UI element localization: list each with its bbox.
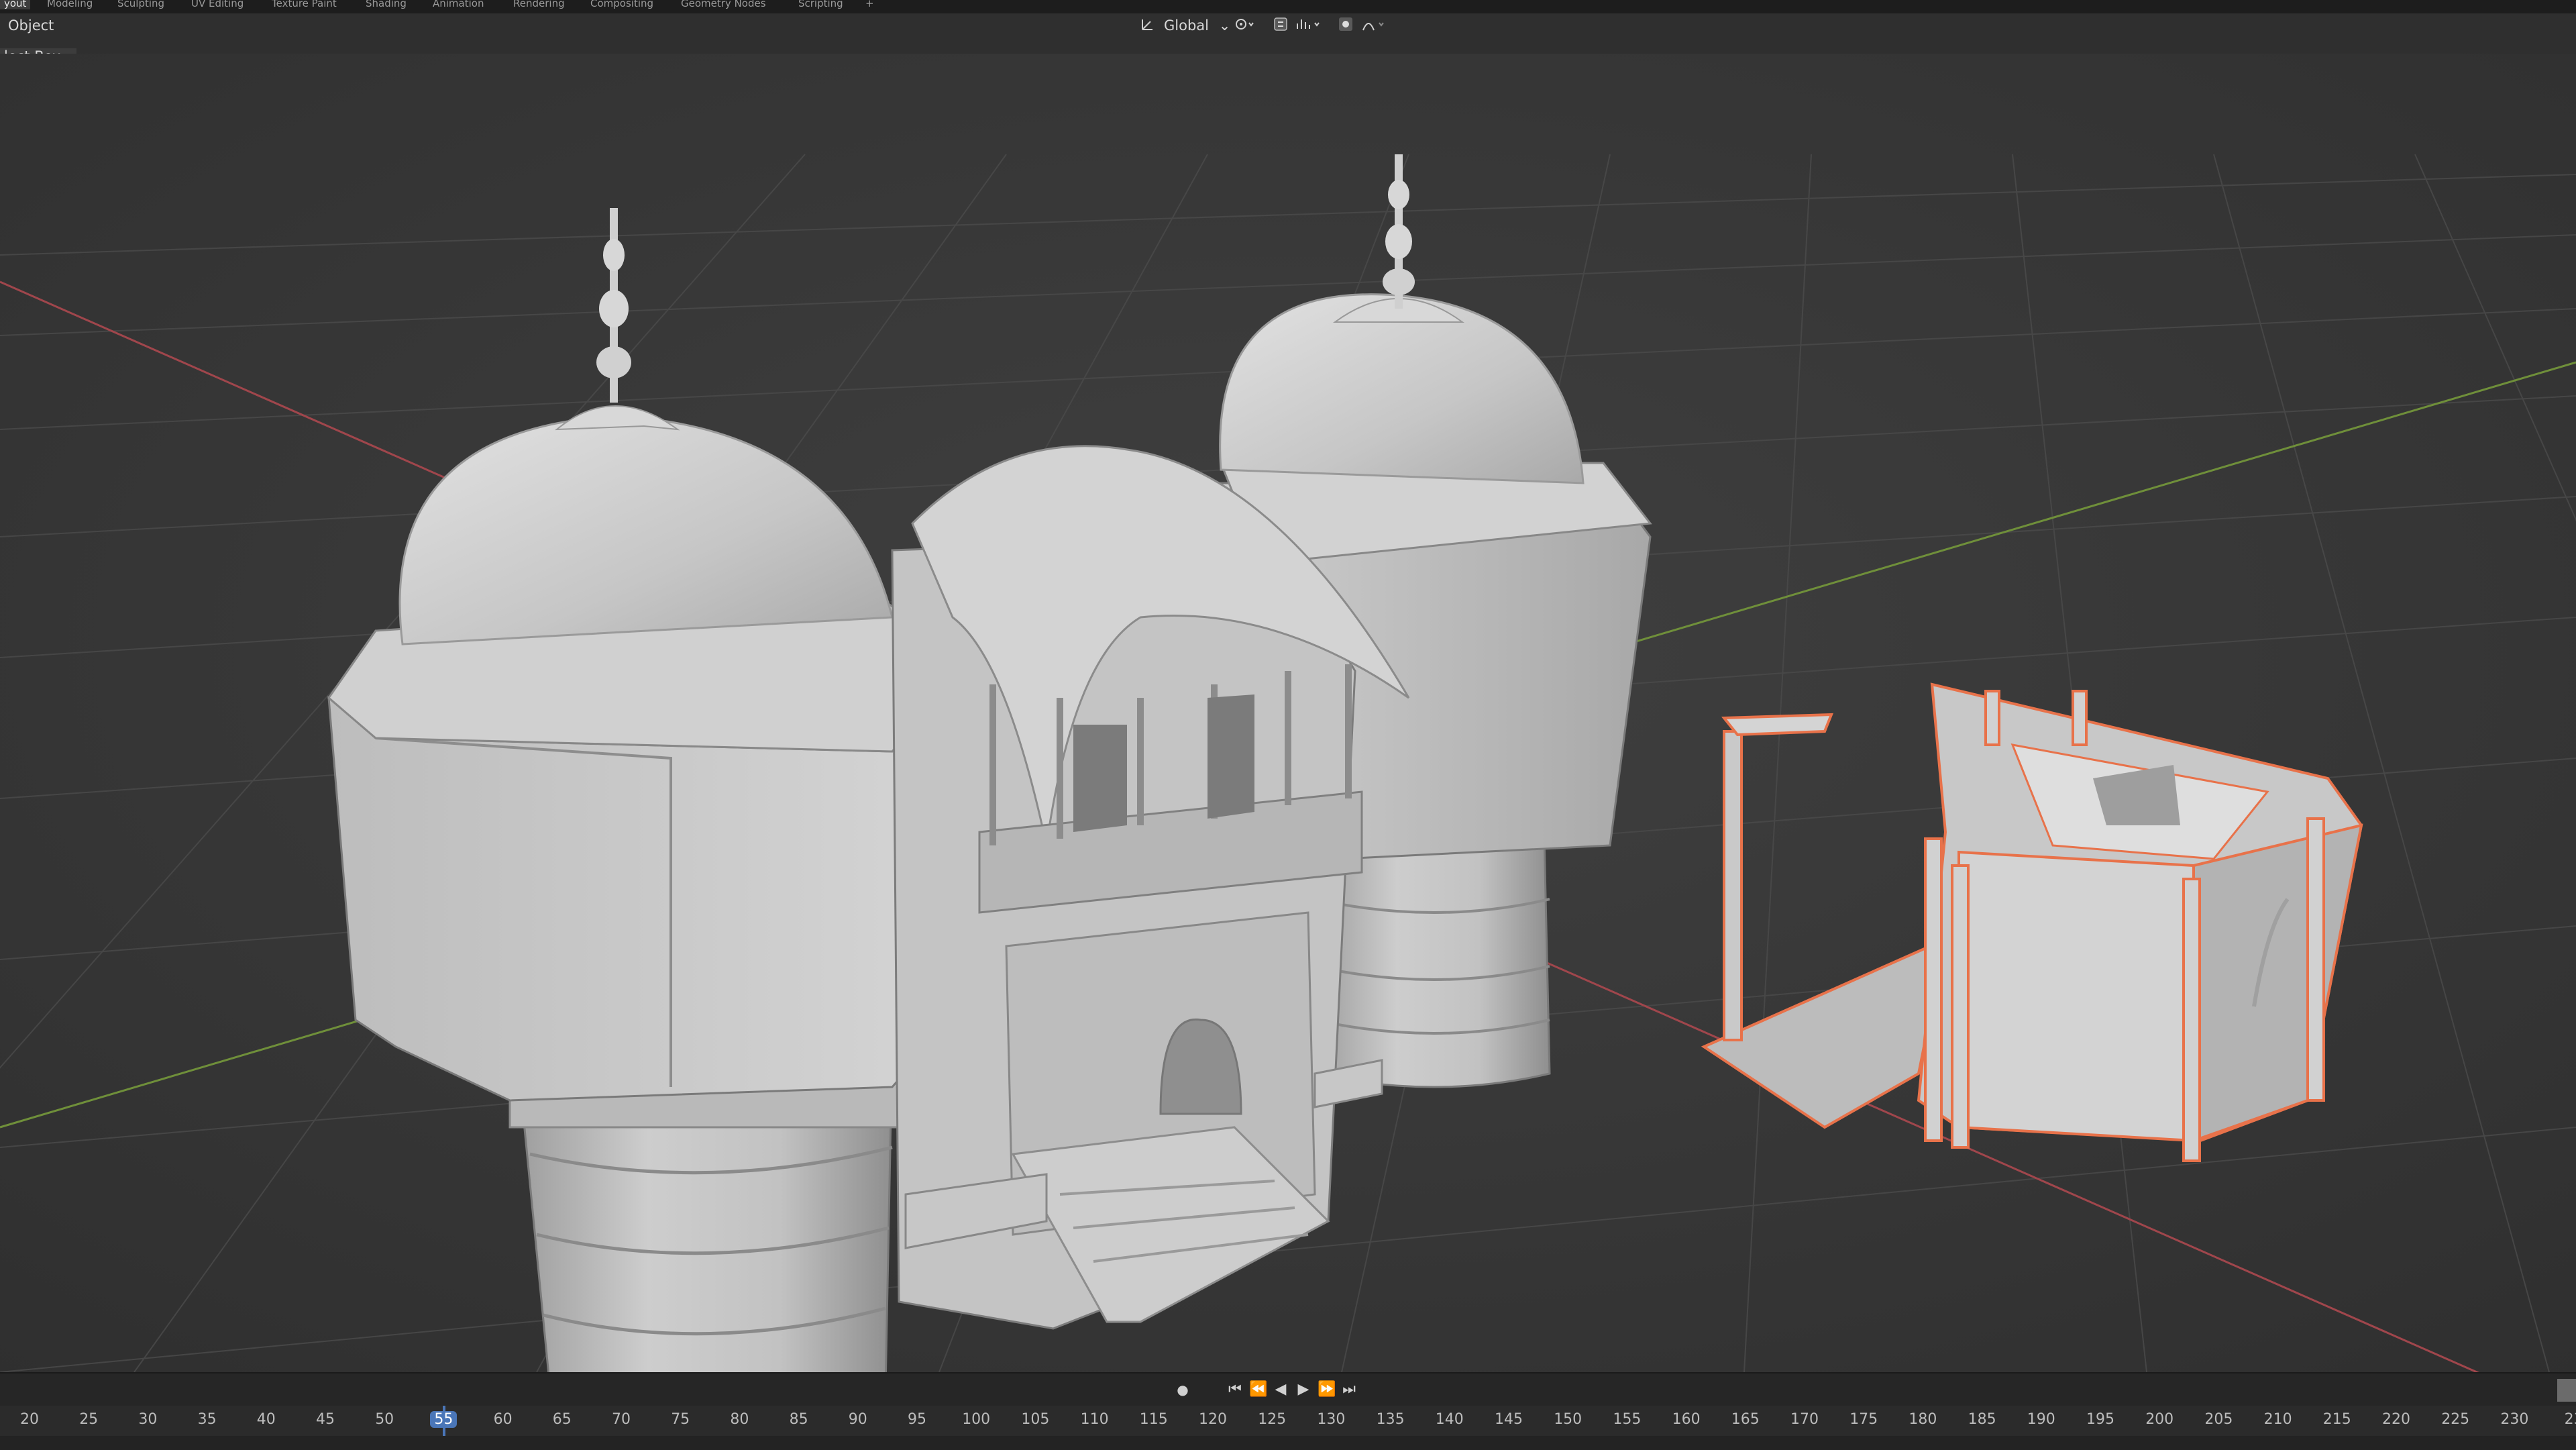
frame-tick-label: 165 (1731, 1411, 1760, 1428)
tab-rendering[interactable]: Rendering (513, 0, 565, 9)
frame-tick-label: 150 (1554, 1411, 1582, 1428)
frame-tick-label: 160 (1672, 1411, 1701, 1428)
frame-tick-label: 110 (1080, 1411, 1109, 1428)
timeline-scrollbar[interactable] (2557, 1379, 2576, 1402)
transform-orientation-icon (1140, 17, 1155, 32)
jump-to-end-icon[interactable]: ⏭ (1340, 1380, 1358, 1399)
frame-tick-label: 100 (962, 1411, 991, 1428)
frame-tick-label: 30 (138, 1411, 158, 1428)
frame-tick-label: 185 (1968, 1411, 1996, 1428)
3d-viewport[interactable] (0, 54, 2576, 1417)
frame-tick-label: 50 (375, 1411, 394, 1428)
frame-tick-label: 225 (2441, 1411, 2470, 1428)
auto-keying-button[interactable]: ● (1174, 1380, 1191, 1399)
tab-uv-editing[interactable]: UV Editing (191, 0, 244, 9)
frame-tick-label: 205 (2204, 1411, 2233, 1428)
frame-tick-label: 75 (671, 1411, 690, 1428)
proportional-editing-icon[interactable] (1338, 17, 1353, 32)
frame-tick-label: 65 (552, 1411, 572, 1428)
tab-animation[interactable]: Animation (433, 0, 484, 9)
snap-toggle-icon[interactable] (1273, 17, 1288, 32)
frame-tick-label: 90 (848, 1411, 867, 1428)
frame-tick-label: 20 (20, 1411, 39, 1428)
tab-texture-paint[interactable]: Texture Paint (272, 0, 337, 9)
tab-sculpting[interactable]: Sculpting (117, 0, 164, 9)
chevron-down-icon: ⌄ (1218, 17, 1231, 34)
frame-tick-label: 145 (1495, 1411, 1523, 1428)
frame-tick-label: 220 (2382, 1411, 2410, 1428)
frame-tick-label: 23 (2564, 1411, 2576, 1428)
frame-tick-label: 55 (430, 1411, 458, 1428)
frame-tick-label: 130 (1317, 1411, 1346, 1428)
frame-tick-label: 105 (1021, 1411, 1050, 1428)
transform-orientation-label: Global (1164, 17, 1209, 34)
tab-shading[interactable]: Shading (366, 0, 407, 9)
frame-tick-label: 35 (197, 1411, 217, 1428)
frame-tick-label: 95 (908, 1411, 926, 1428)
frame-tick-label: 190 (2027, 1411, 2055, 1428)
frame-tick-label: 140 (1435, 1411, 1464, 1428)
frame-tick-label: 80 (730, 1411, 749, 1428)
tab-compositing[interactable]: Compositing (590, 0, 653, 9)
frame-tick-label: 125 (1258, 1411, 1287, 1428)
tab-geometry-nodes[interactable]: Geometry Nodes (681, 0, 766, 9)
play-icon[interactable]: ▶ (1295, 1380, 1312, 1399)
add-workspace-button[interactable]: + (865, 0, 874, 9)
frame-tick-label: 45 (316, 1411, 335, 1428)
frame-tick-label: 195 (2086, 1411, 2114, 1428)
snap-target-icon[interactable] (1295, 17, 1320, 32)
timeline-header: ● ⏮ ⏪ ◀ ▶ ⏩ ⏭ (0, 1372, 2576, 1407)
jump-to-keyframe-forward-icon[interactable]: ⏩ (1318, 1380, 1336, 1399)
frame-tick-label: 175 (1849, 1411, 1878, 1428)
frame-tick-label: 120 (1199, 1411, 1227, 1428)
transform-orientation-menu[interactable]: Global ⌄ (1164, 17, 1230, 34)
frame-tick-label: 70 (612, 1411, 631, 1428)
frame-tick-label: 115 (1139, 1411, 1168, 1428)
falloff-curve-icon[interactable] (1362, 17, 1384, 32)
frame-tick-label: 210 (2263, 1411, 2292, 1428)
tab-layout[interactable]: yout (0, 0, 31, 9)
frame-tick-label: 230 (2500, 1411, 2529, 1428)
tab-modeling[interactable]: Modeling (47, 0, 93, 9)
frame-tick-label: 135 (1376, 1411, 1405, 1428)
frame-tick-label: 85 (789, 1411, 808, 1428)
jump-to-start-icon[interactable]: ⏮ (1226, 1380, 1244, 1399)
frame-tick-label: 215 (2322, 1411, 2351, 1428)
frame-tick-label: 155 (1613, 1411, 1642, 1428)
jump-to-keyframe-back-icon[interactable]: ⏪ (1249, 1380, 1267, 1399)
frame-tick-label: 180 (1909, 1411, 1937, 1428)
pivot-point-icon[interactable] (1234, 17, 1254, 32)
frame-tick-label: 25 (79, 1411, 99, 1428)
frame-ruler[interactable]: 20 25 30 35 40 45 50 55 60 65 70 75 80 85 90 95 100 105 11… (0, 1406, 2576, 1450)
tab-scripting[interactable]: Scripting (798, 0, 843, 9)
frame-tick-label: 40 (256, 1411, 276, 1428)
status-bar (0, 1436, 2576, 1450)
frame-tick-label: 60 (493, 1411, 513, 1428)
viewport-header: Object lect Box⌄ Global ⌄ (0, 13, 2576, 64)
frame-tick-label: 170 (1790, 1411, 1819, 1428)
play-reverse-icon[interactable]: ◀ (1272, 1380, 1289, 1399)
object-mode-menu[interactable]: Object (8, 17, 54, 34)
workspace-tab-bar: yout Modeling Sculpting UV Editing Textu… (0, 0, 2576, 13)
frame-tick-label: 200 (2145, 1411, 2174, 1428)
